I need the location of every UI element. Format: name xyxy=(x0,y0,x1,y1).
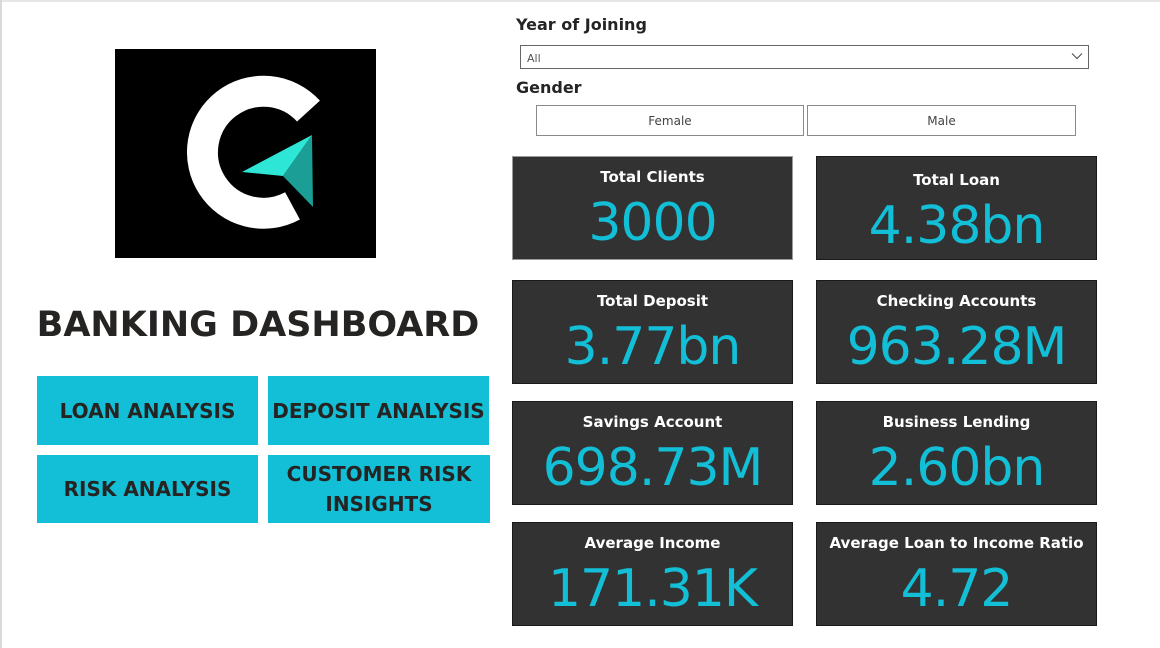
kpi-value: 171.31K xyxy=(547,559,758,619)
chevron-down-icon xyxy=(1071,53,1083,60)
loan-analysis-label: LOAN ANALYSIS xyxy=(59,398,236,423)
kpi-title: Total Clients xyxy=(600,168,705,186)
kpi-card-checking-accounts: Checking Accounts 963.28M xyxy=(816,280,1097,384)
risk-analysis-button[interactable]: RISK ANALYSIS xyxy=(37,455,258,523)
kpi-title: Total Loan xyxy=(913,171,1000,189)
customer-risk-insights-label: CUSTOMER RISK INSIGHTS xyxy=(287,459,472,519)
risk-analysis-label: RISK ANALYSIS xyxy=(63,477,232,501)
kpi-card-business-lending: Business Lending 2.60bn xyxy=(816,401,1097,505)
gender-female-button[interactable]: Female xyxy=(536,105,804,136)
kpi-value: 3.77bn xyxy=(564,317,742,377)
loan-analysis-button[interactable]: LOAN ANALYSIS xyxy=(37,376,258,445)
kpi-value: 2.60bn xyxy=(868,438,1046,498)
kpi-card-total-loan: Total Loan 4.38bn xyxy=(816,156,1097,260)
kpi-title: Average Income xyxy=(584,534,721,552)
gender-female-label: Female xyxy=(648,113,692,128)
kpi-value: 698.73M xyxy=(542,438,764,498)
gender-male-label: Male xyxy=(927,113,956,128)
page-top-border xyxy=(0,0,1160,2)
customer-risk-insights-line1: CUSTOMER RISK xyxy=(286,462,472,486)
gender-label: Gender xyxy=(516,78,582,97)
gender-male-button[interactable]: Male xyxy=(807,105,1076,136)
deposit-analysis-button[interactable]: DEPOSIT ANALYSIS xyxy=(268,376,489,445)
page-title: BANKING DASHBOARD xyxy=(36,305,480,345)
kpi-title: Total Deposit xyxy=(596,292,709,310)
page-left-border xyxy=(0,0,2,648)
kpi-title: Average Loan to Income Ratio xyxy=(829,534,1084,552)
deposit-analysis-label: DEPOSIT ANALYSIS xyxy=(272,398,485,423)
year-of-joining-value: All xyxy=(527,52,541,65)
company-logo xyxy=(115,49,376,258)
kpi-value: 963.28M xyxy=(846,317,1068,377)
kpi-value: 4.38bn xyxy=(868,196,1046,256)
customer-risk-insights-button[interactable]: CUSTOMER RISK INSIGHTS xyxy=(268,455,490,523)
kpi-card-savings-account: Savings Account 698.73M xyxy=(512,401,793,505)
year-of-joining-label: Year of Joining xyxy=(516,15,647,34)
kpi-card-average-income: Average Income 171.31K xyxy=(512,522,793,626)
kpi-card-total-deposit: Total Deposit 3.77bn xyxy=(512,280,793,384)
kpi-title: Savings Account xyxy=(582,413,723,431)
kpi-card-average-loan-to-income-ratio: Average Loan to Income Ratio 4.72 xyxy=(816,522,1097,626)
kpi-card-total-clients: Total Clients 3000 xyxy=(512,156,793,260)
kpi-value: 3000 xyxy=(588,193,717,253)
customer-risk-insights-line2: INSIGHTS xyxy=(325,492,433,516)
kpi-title: Checking Accounts xyxy=(876,292,1037,310)
year-of-joining-dropdown[interactable]: All xyxy=(520,45,1089,69)
kpi-title: Business Lending xyxy=(882,413,1031,431)
c-arrow-logo-icon xyxy=(187,75,320,229)
kpi-value: 4.72 xyxy=(900,559,1014,619)
